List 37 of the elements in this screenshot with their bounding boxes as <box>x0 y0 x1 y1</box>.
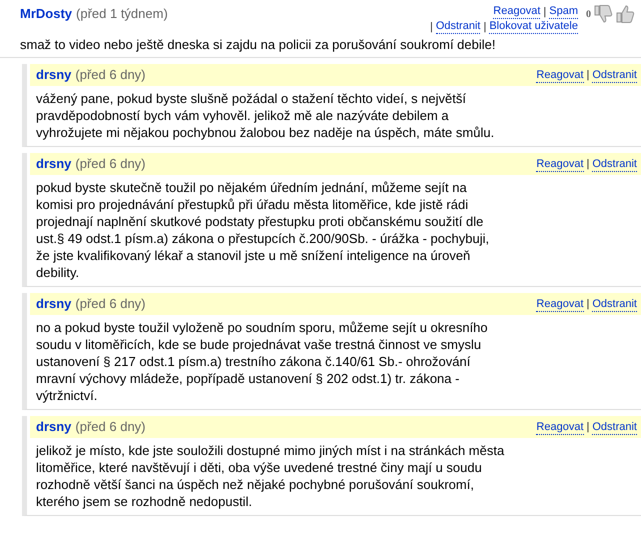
action-link[interactable]: Blokovat uživatele <box>489 19 578 34</box>
comment-time: (před 6 dny) <box>75 155 146 174</box>
comment-time: (před 6 dny) <box>75 418 146 436</box>
thumbs-up-icon[interactable] <box>615 4 635 24</box>
author-link[interactable]: drsny <box>36 154 72 174</box>
author-link[interactable]: MrDosty <box>20 4 72 24</box>
action-link[interactable]: Odstranit <box>592 296 637 312</box>
link-separator: | <box>586 297 590 311</box>
comment-time: (před 6 dny) <box>75 66 146 84</box>
action-link[interactable]: Reagovat <box>493 4 540 19</box>
action-link[interactable]: Spam <box>549 4 578 19</box>
link-separator: | <box>586 157 590 171</box>
action-link[interactable]: Reagovat <box>536 296 584 312</box>
author-link[interactable]: drsny <box>36 417 72 437</box>
comment-text: jelikož je místo, kde jste souložili dostupné mimo jiných míst i na stránkách města litoměřice, které navštěvují i děti, oba výše uvedené trestné činy mají u soudu rozhodně větší šanci na úspěch než nějaké pochybné porušování soukromí, kterého jsem se rozhodně nedopustil. <box>36 442 506 510</box>
comment-time: (před 6 dny) <box>75 295 146 314</box>
action-link[interactable]: Odstranit <box>592 156 637 172</box>
comment-text: smaž to video nebo ještě dneska si zajdu na policii za porušování soukromí debile! <box>20 36 496 53</box>
action-link[interactable]: Reagovat <box>536 156 584 172</box>
comment-time: (před 1 týdnem) <box>76 5 168 23</box>
action-link[interactable]: Reagovat <box>536 420 584 434</box>
author-link[interactable]: drsny <box>36 65 72 85</box>
link-separator: | <box>586 68 590 82</box>
author-link[interactable]: drsny <box>36 294 72 314</box>
link-separator: | <box>430 20 433 34</box>
comment-text: pokud byste skutečně toužil po nějakém úředním jednání, můžeme sejít na komisi pro projednávání přestupků při úřadu města litoměřice, kde jistě rádi projednají naplnění skutkové podstaty přestupku proti občanskému soužití dle ust.§ 49 odst.1 písm.a) zákona o přestupcích č.200/90Sb. - úrážka - pochybuji, že jste kvalifikovaný lékař a stanovil jste u mě snížení inteligence na úroveň debility. <box>36 179 490 281</box>
comment-text: vážený pane, pokud byste slušně požádal o stažení těchto videí, s největší pravděpodobností bych vám vyhověl. jelikož mě ale nazýváte debilem a vyhrožujete mi nějakou pochybnou žalobou bez naděje na úspěch, máte smůlu. <box>36 90 496 141</box>
thumbs-down-icon[interactable] <box>593 4 613 24</box>
link-separator: | <box>483 20 486 34</box>
action-link[interactable]: Odstranit <box>592 68 637 82</box>
action-link[interactable]: Reagovat <box>536 68 584 82</box>
link-separator: | <box>543 4 546 18</box>
action-link[interactable]: Odstranit <box>436 19 480 34</box>
comment-text: no a pokud byste toužil vyloženě po soudním sporu, můžeme sejít u okresního soudu v litoměřicích, kde se bude projednávat vaše trestná činnost ve smyslu ustanovení § 217 odst.1 písm.a) trestního zákona č.140/61 Sb.- ohrožování mravní výchovy mládeže, popřípadě ustanovení § 202 odst.1) tr. zákona - výtržnictví. <box>36 319 489 404</box>
action-link[interactable]: Odstranit <box>592 420 637 434</box>
vote-count: 0 <box>586 8 591 22</box>
link-separator: | <box>586 420 590 434</box>
